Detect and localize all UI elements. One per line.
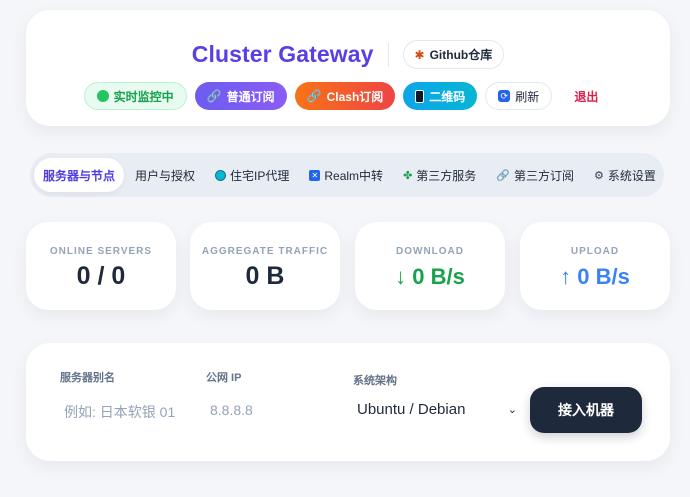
- connect-machine-button[interactable]: 接入机器: [530, 387, 642, 433]
- stat-value: 0 / 0: [76, 262, 126, 290]
- system-arch-label: 系统架构: [353, 375, 397, 387]
- title-divider: [387, 42, 389, 67]
- tab-label: 用户与授权: [135, 168, 196, 183]
- tab-label: 第三方服务: [416, 168, 477, 183]
- tab-system-settings[interactable]: ⚙ 系统设置: [585, 158, 665, 192]
- qr-code-label: 二维码: [429, 89, 466, 104]
- stat-value: ↑ 0 B/s: [560, 264, 630, 289]
- title-row: Cluster Gateway ✱ Github仓库: [26, 40, 670, 69]
- clover-icon: ✤: [403, 169, 413, 182]
- tab-users-auth[interactable]: 用户与授权: [126, 158, 204, 192]
- tab-label: Realm中转: [324, 168, 384, 183]
- stat-value: 0 B: [245, 262, 285, 290]
- nav-tabs: 服务器与节点 用户与授权 住宅IP代理 ✕ Realm中转 ✤ 第三方服务 🔗 …: [30, 153, 664, 197]
- live-monitor-badge: 实时监控中: [83, 82, 187, 110]
- gear-icon: ⚙: [594, 169, 604, 182]
- phone-icon: [415, 89, 425, 103]
- refresh-label: 刷新: [515, 89, 540, 104]
- refresh-button[interactable]: ⟳ 刷新: [485, 82, 553, 110]
- tab-label: 第三方订阅: [514, 168, 575, 183]
- tab-realm-relay[interactable]: ✕ Realm中转: [300, 158, 392, 192]
- refresh-icon: ⟳: [498, 90, 511, 102]
- system-arch-value: Ubuntu / Debian: [357, 401, 466, 418]
- github-repo-label: Github仓库: [429, 48, 493, 62]
- server-alias-input[interactable]: 例如: 日本软银 01: [64, 402, 175, 422]
- tab-residential-ip[interactable]: 住宅IP代理: [206, 158, 298, 192]
- header-card: Cluster Gateway ✱ Github仓库 实时监控中 🔗 普通订阅 …: [26, 10, 670, 126]
- public-ip-input[interactable]: 8.8.8.8: [210, 402, 253, 418]
- normal-subscription-label: 普通订阅: [226, 89, 275, 104]
- link-icon: 🔗: [206, 89, 222, 103]
- stat-download: DOWNLOAD ↓ 0 B/s: [355, 222, 505, 310]
- live-status-dot-icon: [96, 90, 109, 102]
- github-repo-button[interactable]: ✱ Github仓库: [402, 40, 505, 69]
- normal-subscription-button[interactable]: 🔗 普通订阅: [194, 82, 287, 110]
- stat-label: UPLOAD: [570, 246, 620, 257]
- clash-subscription-label: Clash订阅: [326, 89, 384, 104]
- realm-icon: ✕: [309, 169, 321, 181]
- globe-icon: [215, 169, 227, 181]
- tab-third-party-subscriptions[interactable]: 🔗 第三方订阅: [487, 158, 583, 192]
- clash-subscription-button[interactable]: 🔗 Clash订阅: [294, 82, 396, 110]
- public-ip-label: 公网 IP: [206, 372, 242, 384]
- logout-button[interactable]: 退出: [560, 82, 612, 110]
- add-server-form: 服务器别名 例如: 日本软银 01 公网 IP 8.8.8.8 系统架构 Ubu…: [26, 343, 670, 461]
- page-title: Cluster Gateway: [191, 41, 374, 67]
- link-icon: 🔗: [306, 89, 322, 103]
- github-icon: ✱: [414, 47, 425, 62]
- live-monitor-label: 实时监控中: [113, 89, 174, 104]
- stat-label: ONLINE SERVERS: [49, 246, 153, 257]
- tab-label: 住宅IP代理: [230, 168, 290, 183]
- stat-label: AGGREGATE TRAFFIC: [201, 246, 329, 257]
- stat-aggregate-traffic: AGGREGATE TRAFFIC 0 B: [190, 222, 340, 310]
- tab-label: 系统设置: [607, 168, 656, 183]
- stat-value: ↓ 0 B/s: [395, 264, 465, 289]
- server-alias-label: 服务器别名: [60, 372, 115, 384]
- action-row: 实时监控中 🔗 普通订阅 🔗 Clash订阅 二维码 ⟳ 刷新 退出: [26, 82, 670, 110]
- tab-third-party-services[interactable]: ✤ 第三方服务: [394, 158, 485, 192]
- tab-servers-nodes[interactable]: 服务器与节点: [34, 158, 125, 192]
- system-arch-select[interactable]: Ubuntu / Debian ⌄: [357, 401, 517, 418]
- tab-label: 服务器与节点: [43, 168, 116, 183]
- stat-label: DOWNLOAD: [396, 246, 464, 257]
- stat-online-servers: ONLINE SERVERS 0 / 0: [26, 222, 176, 310]
- chevron-down-icon: ⌄: [507, 404, 517, 416]
- link-icon: 🔗: [496, 169, 510, 182]
- stat-upload: UPLOAD ↑ 0 B/s: [520, 222, 670, 310]
- qr-code-button[interactable]: 二维码: [403, 82, 478, 110]
